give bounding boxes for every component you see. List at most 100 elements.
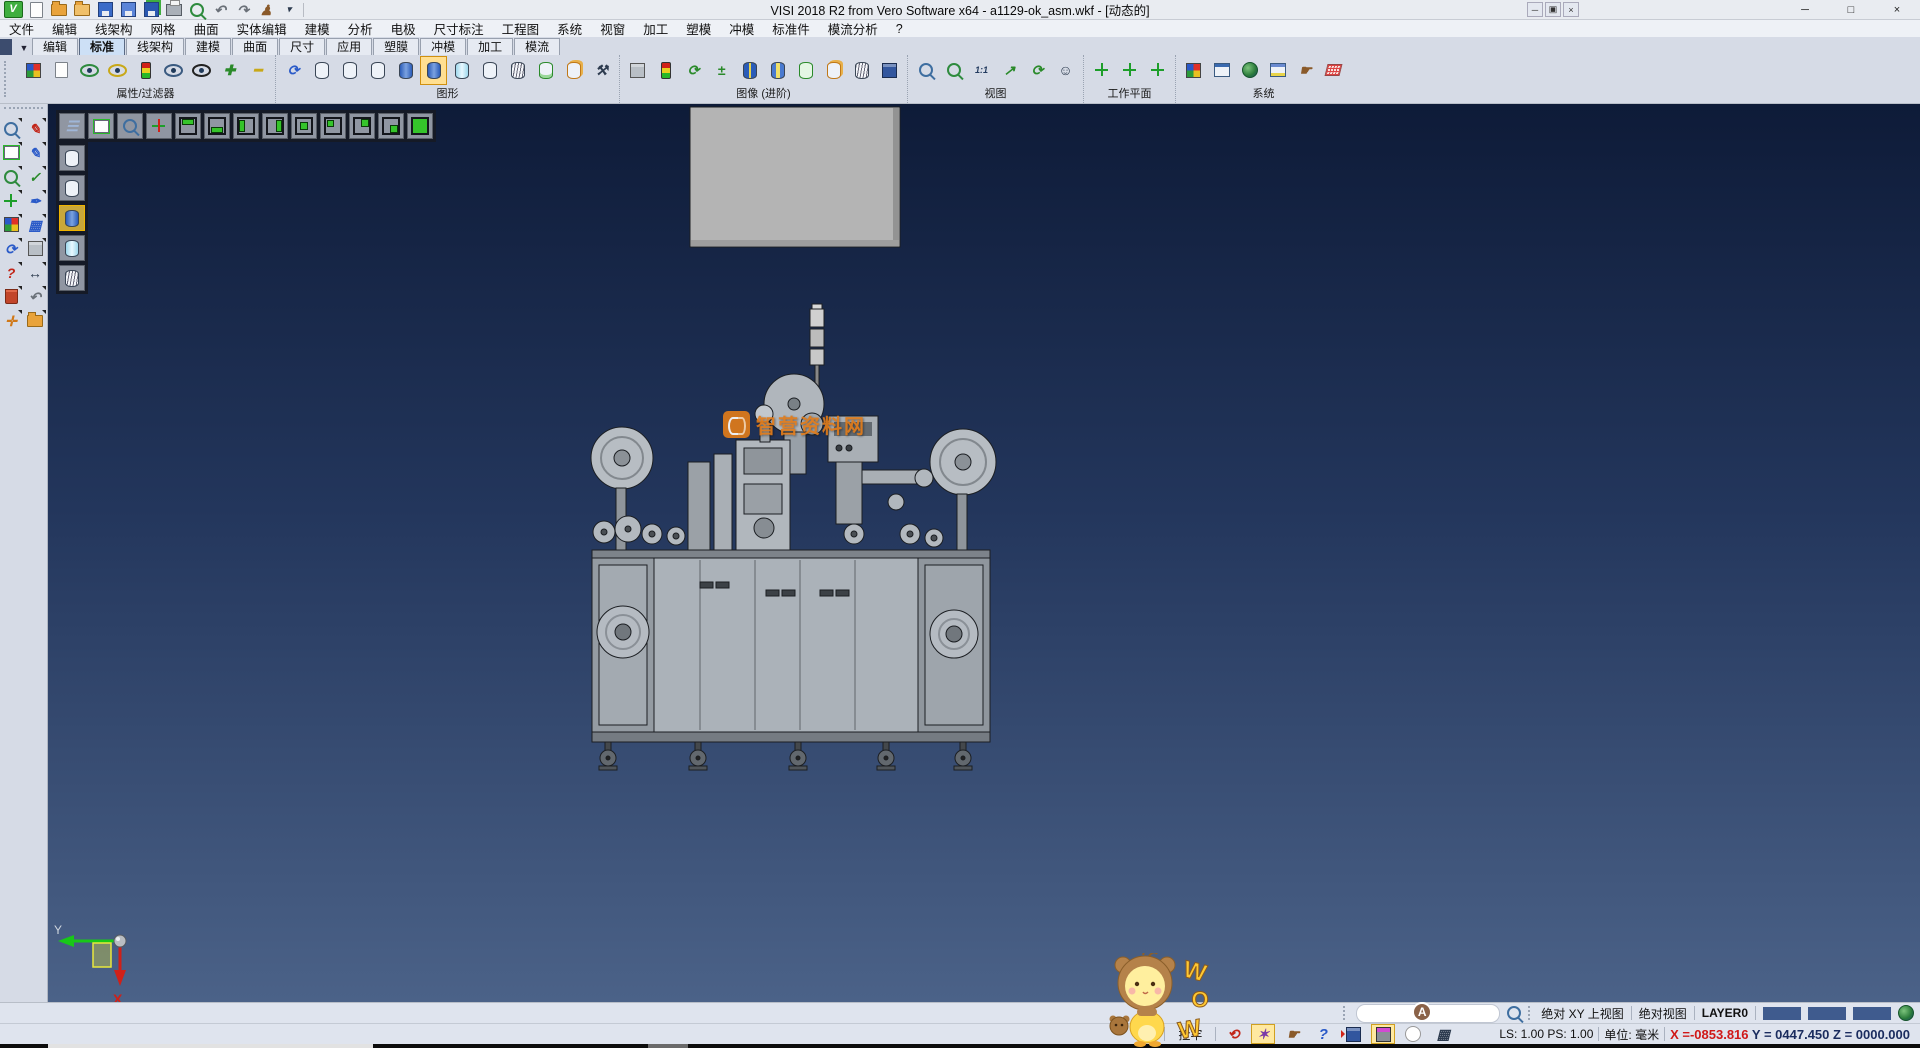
- undo-button[interactable]: ↶: [210, 1, 230, 19]
- 3d-viewport[interactable]: ☰ 智营资料网 Y X: [48, 104, 1920, 1002]
- filter-traffic-button[interactable]: [132, 56, 159, 85]
- tab-modeling[interactable]: 建模: [185, 38, 231, 55]
- menu-system[interactable]: 系统: [548, 19, 591, 38]
- view-shaded-button[interactable]: [407, 113, 433, 139]
- view-cube-button[interactable]: [876, 56, 903, 85]
- display-wire-button[interactable]: [308, 56, 335, 85]
- menu-wireframe[interactable]: 线架构: [86, 19, 142, 38]
- sys-grid-button[interactable]: [1320, 56, 1347, 85]
- workplane-create-button[interactable]: [1088, 56, 1115, 85]
- tab-machining[interactable]: 加工: [467, 38, 513, 55]
- status-wand-button[interactable]: ✶: [1251, 1024, 1275, 1044]
- print-preview-button[interactable]: [187, 1, 207, 19]
- view-axes-button[interactable]: [146, 113, 172, 139]
- menu-standard-parts[interactable]: 标准件: [763, 19, 819, 38]
- status-search-icon[interactable]: [1507, 1006, 1521, 1020]
- menu-moldflow[interactable]: 模流分析: [819, 19, 887, 38]
- sys-colors-button[interactable]: [1180, 56, 1207, 85]
- strip-wire-button[interactable]: [59, 145, 85, 171]
- scale-indicator[interactable]: LS: 1.00 PS: 1.00: [1499, 1027, 1593, 1041]
- display-transparent-button[interactable]: [448, 56, 475, 85]
- dock-measure-button[interactable]: ↔: [25, 262, 46, 283]
- units-indicator[interactable]: 单位: 毫米: [1604, 1026, 1659, 1043]
- layer-color-bar[interactable]: [1808, 1007, 1846, 1020]
- minimize-button[interactable]: ─: [1782, 0, 1828, 20]
- assistant-badge[interactable]: A: [1412, 1002, 1432, 1022]
- zoom-previous-button[interactable]: ↗: [996, 56, 1023, 85]
- dock-navigate-button[interactable]: ✛: [1, 310, 22, 331]
- view-front-button[interactable]: [291, 113, 317, 139]
- toolbar-drag-handle[interactable]: [4, 61, 14, 97]
- status-grid-button[interactable]: ▦: [1431, 1024, 1455, 1044]
- status-snap-button[interactable]: ⟲: [1221, 1024, 1245, 1044]
- shade-update-button[interactable]: [532, 56, 559, 85]
- status-circle-button[interactable]: [1401, 1024, 1425, 1044]
- redo-button[interactable]: ↷: [233, 1, 253, 19]
- menu-edit[interactable]: 编辑: [43, 19, 86, 38]
- view-smiley-button[interactable]: ☺: [1052, 56, 1079, 85]
- shade-copy-button[interactable]: [560, 56, 587, 85]
- hide-all-button[interactable]: ━: [244, 56, 271, 85]
- print-button[interactable]: [164, 1, 184, 19]
- save-button[interactable]: [95, 1, 115, 19]
- dock-shade-button[interactable]: [25, 238, 46, 259]
- macro-button[interactable]: ♟: [256, 1, 276, 19]
- shade-section2-button[interactable]: [764, 56, 791, 85]
- save-all-button[interactable]: [141, 1, 161, 19]
- shade-verify-button[interactable]: [792, 56, 819, 85]
- adv-add-button[interactable]: [624, 56, 651, 85]
- filter-remove-button[interactable]: [104, 56, 131, 85]
- strip-mesh-button[interactable]: [59, 265, 85, 291]
- status-fill-button[interactable]: ☛: [1281, 1024, 1305, 1044]
- zoom-window-button[interactable]: [940, 56, 967, 85]
- attr-copy-button[interactable]: [48, 56, 75, 85]
- tab-standard[interactable]: 标准: [79, 38, 125, 55]
- dock-sketch-button[interactable]: ✎: [25, 142, 46, 163]
- adv-update-button[interactable]: ⟳: [680, 56, 707, 85]
- tab-die[interactable]: 冲模: [420, 38, 466, 55]
- tab-dimension[interactable]: 尺寸: [279, 38, 325, 55]
- status-help-button[interactable]: ?: [1311, 1024, 1335, 1044]
- sys-profiles-button[interactable]: [1264, 56, 1291, 85]
- import-file-button[interactable]: [72, 1, 92, 19]
- zoom-1to1-button[interactable]: 1:1: [968, 56, 995, 85]
- zoom-all-button[interactable]: [912, 56, 939, 85]
- layer-color-bar[interactable]: [1763, 1007, 1801, 1020]
- menu-file[interactable]: 文件: [0, 19, 43, 38]
- menu-help[interactable]: ?: [887, 22, 912, 36]
- view-iso2-button[interactable]: [378, 113, 404, 139]
- show-all-button[interactable]: ✚: [216, 56, 243, 85]
- dock-curve-button[interactable]: ✒: [25, 190, 46, 211]
- view-select-button[interactable]: [88, 113, 114, 139]
- view-bottom-button[interactable]: [204, 113, 230, 139]
- globe-icon[interactable]: [1898, 1005, 1914, 1021]
- display-mesh-button[interactable]: [504, 56, 531, 85]
- view-top-button[interactable]: [175, 113, 201, 139]
- menu-surface[interactable]: 曲面: [185, 19, 228, 38]
- menu-window[interactable]: 视窗: [591, 19, 634, 38]
- dock-regen-button[interactable]: ⟳: [1, 238, 22, 259]
- attr-paint-button[interactable]: [20, 56, 47, 85]
- tab-plastic[interactable]: 塑膜: [373, 38, 419, 55]
- display-shaded-edges-button[interactable]: [420, 56, 447, 85]
- adv-traffic-button[interactable]: [652, 56, 679, 85]
- dock-zoom-button[interactable]: [1, 118, 22, 139]
- shade-wire-button[interactable]: [848, 56, 875, 85]
- filter-add-button[interactable]: [76, 56, 103, 85]
- display-shaded-button[interactable]: [392, 56, 419, 85]
- dock-validate-button[interactable]: ✓: [25, 166, 46, 187]
- view-mode-indicator[interactable]: 绝对 XY 上视图: [1541, 1005, 1623, 1022]
- view-menu-button[interactable]: ☰: [59, 113, 85, 139]
- dock-select-button[interactable]: [1, 142, 22, 163]
- tab-wireframe[interactable]: 线架构: [126, 38, 184, 55]
- menu-analysis[interactable]: 分析: [339, 19, 382, 38]
- menu-modeling[interactable]: 建模: [296, 19, 339, 38]
- menu-die[interactable]: 冲模: [720, 19, 763, 38]
- view-left-button[interactable]: [233, 113, 259, 139]
- view-back-button[interactable]: [320, 113, 346, 139]
- workplane-move-button[interactable]: [1144, 56, 1171, 85]
- close-button[interactable]: ×: [1874, 0, 1920, 20]
- display-hidden-button[interactable]: [336, 56, 363, 85]
- display-options-button[interactable]: ⚒: [588, 56, 615, 85]
- menu-mesh[interactable]: 网格: [142, 19, 185, 38]
